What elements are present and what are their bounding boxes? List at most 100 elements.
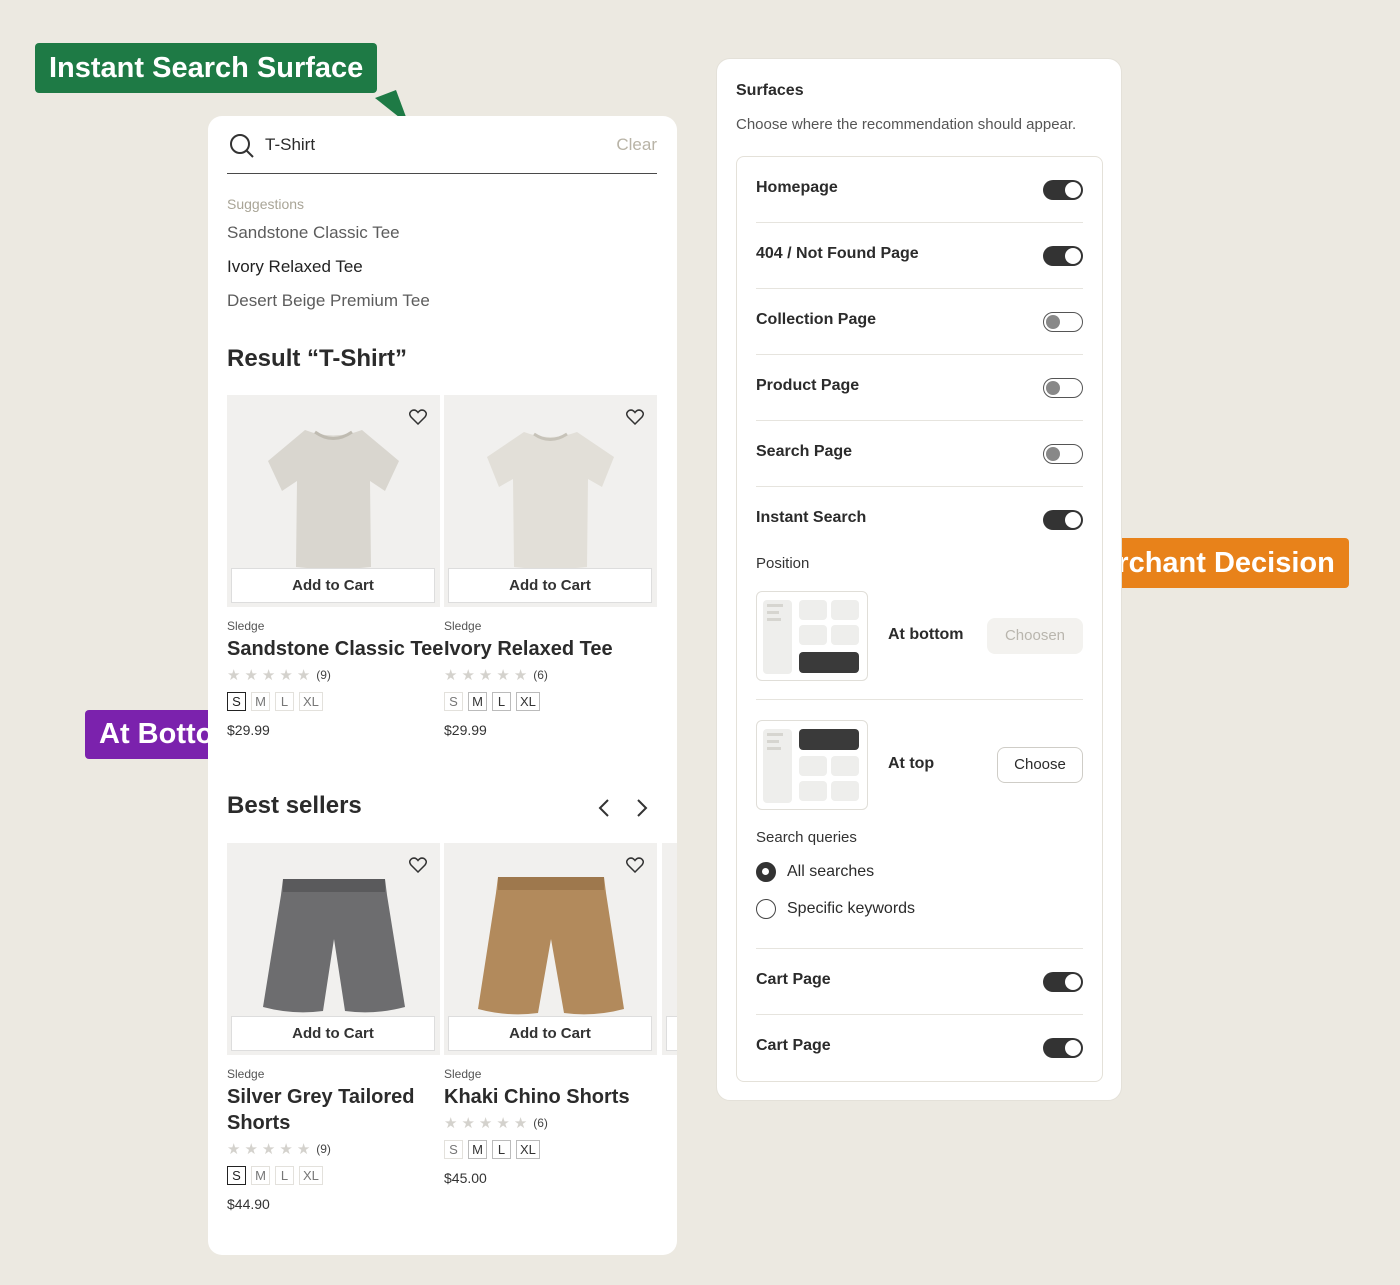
size-option[interactable]: L [492,692,511,711]
suggestion-item[interactable]: Desert Beige Premium Tee [227,291,430,311]
surfaces-description: Choose where the recommendation should a… [736,116,1077,133]
surface-row-cart: Cart Page [756,1015,1083,1081]
surface-row-search: Search Page [756,421,1083,487]
size-option[interactable]: XL [516,1140,540,1159]
position-label: Position [756,555,810,572]
heart-icon[interactable] [626,857,644,873]
heart-icon[interactable] [626,409,644,425]
homepage-toggle[interactable] [1043,180,1083,200]
product-price: $45.00 [444,1170,487,1186]
surfaces-panel: Surfaces Choose where the recommendation… [716,58,1122,1101]
suggestion-item[interactable]: Sandstone Classic Tee [227,223,400,243]
cart-toggle[interactable] [1043,1038,1083,1058]
size-options: S M L XL [444,1140,657,1159]
product-brand: Sledge [227,1067,265,1081]
product-card[interactable]: Add to Cart Sledge Sandstone Classic Tee… [227,395,443,738]
size-options: S M L XL [227,1166,440,1185]
surface-row-homepage: Homepage [756,157,1083,223]
size-option[interactable]: M [251,692,270,711]
collection-toggle[interactable] [1043,312,1083,332]
size-options: S M L XL [227,692,440,711]
product-price: $29.99 [444,722,487,738]
product-price: $29.99 [227,722,270,738]
product-name[interactable]: Sandstone Classic Tee [227,636,443,662]
size-option[interactable]: XL [299,1166,323,1185]
surface-label: Search Page [756,443,853,460]
size-options: S M L XL [444,692,657,711]
surface-label: Product Page [756,377,860,394]
rating-count: (6) [533,668,548,682]
chevron-right-icon[interactable] [635,798,649,818]
cart-toggle[interactable] [1043,972,1083,992]
heart-icon[interactable] [409,857,427,873]
product-name[interactable]: Silver Grey Tailored Shorts [227,1084,427,1136]
product-price: $44.90 [227,1196,270,1212]
suggestions-title: Suggestions [227,196,305,212]
product-brand: Sledge [444,619,482,633]
surface-label: Cart Page [756,1037,831,1054]
product-image[interactable]: Add to Cart [227,843,440,1055]
size-option[interactable]: XL [516,692,540,711]
radio-button[interactable] [756,899,776,919]
not-found-toggle[interactable] [1043,246,1083,266]
radio-specific-keywords[interactable]: Specific keywords [756,899,915,919]
add-to-cart-button[interactable] [666,1016,677,1051]
size-option[interactable]: L [492,1140,511,1159]
size-option[interactable]: S [227,692,246,711]
clear-button[interactable]: Clear [616,135,657,155]
radio-button[interactable] [756,862,776,882]
product-image[interactable] [662,843,677,1055]
surface-label: Cart Page [756,971,831,988]
best-sellers-title: Best sellers [227,792,362,819]
chevron-left-icon[interactable] [597,798,611,818]
surface-label: Instant Search [756,509,867,526]
search-toggle[interactable] [1043,444,1083,464]
radio-all-searches[interactable]: All searches [756,862,874,882]
add-to-cart-button[interactable]: Add to Cart [448,1016,652,1051]
search-input[interactable]: T-Shirt [265,135,315,155]
star-icons: ★ ★ ★ ★ ★ [444,1114,528,1132]
heart-icon[interactable] [409,409,427,425]
surface-row-instant-search: Instant Search [756,487,1083,553]
product-image[interactable]: Add to Cart [444,843,657,1055]
size-option[interactable]: L [275,1166,294,1185]
product-toggle[interactable] [1043,378,1083,398]
radio-label: All searches [787,863,875,880]
product-name[interactable]: Khaki Chino Shorts [444,1084,657,1110]
size-option[interactable]: XL [299,692,323,711]
layout-top-thumbnail[interactable] [756,720,868,810]
star-icons: ★ ★ ★ ★ ★ [444,666,528,684]
position-divider [756,699,1083,700]
product-card[interactable]: Add to Cart Sledge Silver Grey Tailored … [227,843,440,1212]
star-icons: ★ ★ ★ ★ ★ [227,1140,311,1158]
size-option[interactable]: S [444,1140,463,1159]
product-image[interactable]: Add to Cart [444,395,657,607]
size-option[interactable]: M [251,1166,270,1185]
layout-top-icon [763,729,859,803]
instant-search-toggle[interactable] [1043,510,1083,530]
choose-button[interactable]: Choose [997,747,1083,783]
search-queries-label: Search queries [756,829,857,846]
product-card[interactable]: Add to Cart Sledge Khaki Chino Shorts ★ ★… [444,843,657,1186]
surfaces-title: Surfaces [736,82,804,99]
size-option[interactable]: S [444,692,463,711]
suggestion-item[interactable]: Ivory Relaxed Tee [227,257,363,277]
size-option[interactable]: M [468,1140,487,1159]
product-card-partial[interactable] [662,843,677,1055]
product-name[interactable]: Ivory Relaxed Tee [444,636,657,662]
size-option[interactable]: L [275,692,294,711]
add-to-cart-button[interactable]: Add to Cart [231,568,435,603]
product-brand: Sledge [227,619,265,633]
size-option[interactable]: S [227,1166,246,1185]
add-to-cart-button[interactable]: Add to Cart [231,1016,435,1051]
product-card[interactable]: Add to Cart Sledge Ivory Relaxed Tee ★ ★ ★… [444,395,657,738]
position-name: At bottom [888,626,964,643]
surface-row-404: 404 / Not Found Page [756,223,1083,289]
product-brand: Sledge [444,1067,482,1081]
add-to-cart-button[interactable]: Add to Cart [448,568,652,603]
product-image[interactable]: Add to Cart [227,395,440,607]
size-option[interactable]: M [468,692,487,711]
search-bar[interactable]: T-Shirt Clear [227,130,657,174]
surface-label: Homepage [756,179,838,196]
layout-bottom-thumbnail[interactable] [756,591,868,681]
